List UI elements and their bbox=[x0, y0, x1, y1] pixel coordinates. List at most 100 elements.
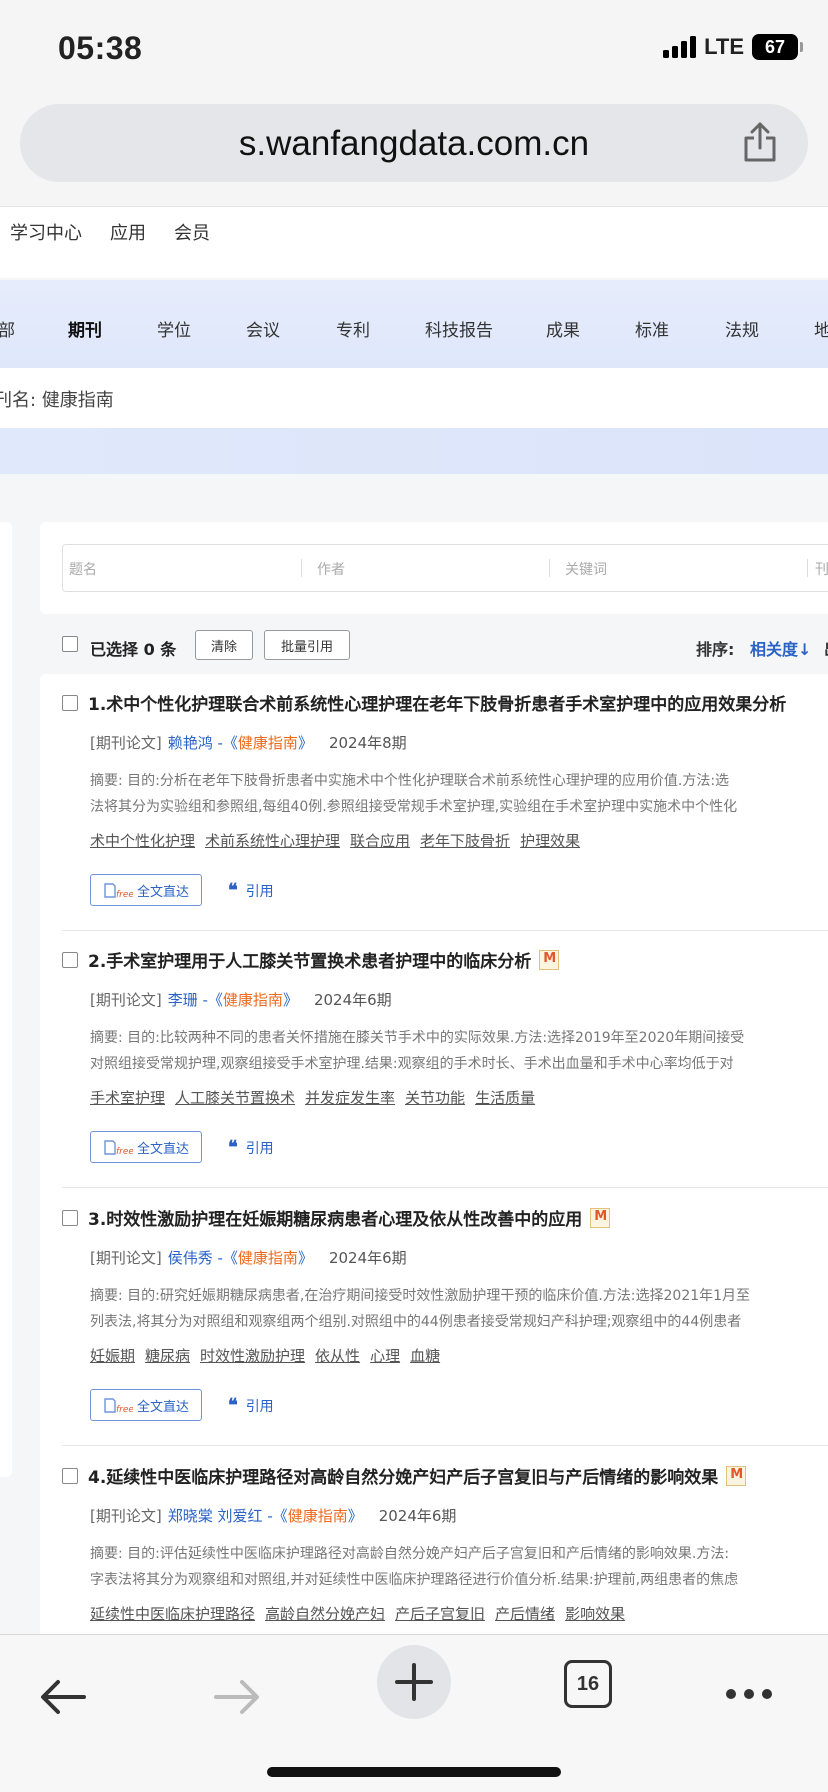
author-link[interactable]: 郑晓棠 刘爱红 bbox=[168, 1507, 263, 1525]
keyword-link[interactable]: 老年下肢骨折 bbox=[420, 832, 510, 850]
author-link[interactable]: 侯伟秀 bbox=[168, 1249, 213, 1267]
address-bar[interactable]: s.wanfangdata.com.cn bbox=[20, 104, 808, 182]
fulltext-button[interactable]: free 全文直达 bbox=[90, 1389, 202, 1421]
result-checkbox[interactable] bbox=[62, 1210, 78, 1226]
result-checkbox[interactable] bbox=[62, 952, 78, 968]
cite-button[interactable]: ❝ 引用 bbox=[228, 880, 274, 901]
status-time: 05:38 bbox=[58, 30, 143, 66]
keyword-link[interactable]: 影响效果 bbox=[565, 1605, 625, 1623]
keyword-link[interactable]: 术中个性化护理 bbox=[90, 832, 195, 850]
journal-field[interactable]: 刊 bbox=[815, 559, 828, 579]
tab-tech-reports[interactable]: 科技报告 bbox=[425, 316, 493, 341]
field-separator bbox=[549, 559, 550, 577]
tab-degrees[interactable]: 学位 bbox=[157, 316, 191, 341]
tabs-icon[interactable]: 16 bbox=[564, 1660, 612, 1708]
quote-icon: ❝ bbox=[228, 1137, 238, 1158]
browser-address-area: s.wanfangdata.com.cn bbox=[0, 100, 828, 204]
keyword-link[interactable]: 产后子宫复旧 bbox=[395, 1605, 485, 1623]
clear-button[interactable]: 清除 bbox=[195, 630, 253, 660]
signal-icon bbox=[663, 36, 697, 58]
keyword-link[interactable]: 时效性激励护理 bbox=[200, 1347, 305, 1365]
keyword-link[interactable]: 糖尿病 bbox=[145, 1347, 190, 1365]
select-all-checkbox[interactable] bbox=[62, 636, 78, 652]
paper-type: [期刊论文] bbox=[90, 734, 162, 752]
result-keywords: 手术室护理 人工膝关节置换术 并发症发生率 关节功能 生活质量 bbox=[90, 1087, 545, 1108]
url-text[interactable]: s.wanfangdata.com.cn bbox=[20, 124, 808, 164]
status-bar: 05:38 LTE 67 bbox=[0, 0, 828, 100]
forward-arrow-icon[interactable] bbox=[212, 1677, 262, 1717]
keyword-link[interactable]: 术前系统性心理护理 bbox=[205, 832, 340, 850]
result-title[interactable]: 3.时效性激励护理在妊娠期糖尿病患者心理及依从性改善中的应用 bbox=[88, 1205, 611, 1230]
result-title[interactable]: 1.术中个性化护理联合术前系统性心理护理在老年下肢骨折患者手术室护理中的应用效果… bbox=[88, 690, 786, 715]
tab-regulations[interactable]: 法规 bbox=[725, 316, 759, 341]
journal-link[interactable]: 健康指南 bbox=[223, 991, 283, 1009]
keyword-field[interactable]: 关键词 bbox=[565, 559, 607, 579]
nav-apps[interactable]: 应用 bbox=[110, 219, 146, 245]
author-link[interactable]: 李珊 bbox=[168, 991, 198, 1009]
cite-button[interactable]: ❝ 引用 bbox=[228, 1395, 274, 1416]
field-separator bbox=[807, 559, 808, 577]
free-fulltext-icon: free bbox=[104, 1398, 133, 1414]
cite-label: 引用 bbox=[245, 1398, 274, 1415]
journal-link[interactable]: 健康指南 bbox=[238, 734, 298, 752]
tab-local[interactable]: 地 bbox=[814, 316, 828, 341]
keyword-link[interactable]: 手术室护理 bbox=[90, 1089, 165, 1107]
keyword-link[interactable]: 依从性 bbox=[315, 1347, 360, 1365]
tab-conferences[interactable]: 会议 bbox=[246, 316, 280, 341]
cite-label: 引用 bbox=[245, 883, 274, 900]
journal-link[interactable]: 健康指南 bbox=[238, 1249, 298, 1267]
plus-icon[interactable] bbox=[377, 1645, 451, 1719]
keyword-link[interactable]: 血糖 bbox=[410, 1347, 440, 1365]
keyword-link[interactable]: 延续性中医临床护理路径 bbox=[90, 1605, 255, 1623]
title-field[interactable]: 题名 bbox=[69, 559, 97, 579]
journal-link[interactable]: 健康指南 bbox=[288, 1507, 348, 1525]
author-field[interactable]: 作者 bbox=[317, 559, 345, 579]
quote-icon: ❝ bbox=[228, 880, 238, 901]
divider bbox=[62, 1445, 828, 1446]
tab-journals[interactable]: 期刊 bbox=[68, 316, 102, 341]
result-checkbox[interactable] bbox=[62, 1468, 78, 1484]
keyword-link[interactable]: 人工膝关节置换术 bbox=[175, 1089, 295, 1107]
paper-type: [期刊论文] bbox=[90, 991, 162, 1009]
fulltext-button[interactable]: free 全文直达 bbox=[90, 874, 202, 906]
batch-cite-button[interactable]: 批量引用 bbox=[264, 630, 350, 660]
result-meta: [期刊论文] 李珊 -《健康指南》 2024年6期 bbox=[90, 991, 392, 1009]
author-link[interactable]: 赖艳鸿 bbox=[168, 734, 213, 752]
field-separator bbox=[301, 559, 302, 577]
cite-button[interactable]: ❝ 引用 bbox=[228, 1137, 274, 1158]
nav-learning-center[interactable]: 学习中心 bbox=[10, 219, 82, 245]
svg-text:free: free bbox=[116, 1405, 133, 1414]
share-icon[interactable] bbox=[740, 120, 780, 164]
site-top-nav: 学习中心 应用 会员 bbox=[0, 206, 828, 278]
back-arrow-icon[interactable] bbox=[38, 1677, 88, 1717]
tab-all[interactable]: 部 bbox=[0, 316, 15, 341]
fulltext-label: 全文直达 bbox=[137, 1141, 190, 1157]
sort-relevance[interactable]: 相关度↓ bbox=[750, 636, 811, 660]
keyword-link[interactable]: 产后情绪 bbox=[495, 1605, 555, 1623]
fulltext-button[interactable]: free 全文直达 bbox=[90, 1131, 202, 1163]
nav-membership[interactable]: 会员 bbox=[174, 219, 210, 245]
tab-patents[interactable]: 专利 bbox=[336, 316, 370, 341]
keyword-link[interactable]: 妊娠期 bbox=[90, 1347, 135, 1365]
result-title[interactable]: 2.手术室护理用于人工膝关节置换术患者护理中的临床分析 bbox=[88, 947, 560, 972]
filter-bar: 刊名: 健康指南 bbox=[0, 368, 828, 428]
keyword-link[interactable]: 高龄自然分娩产妇 bbox=[265, 1605, 385, 1623]
result-checkbox[interactable] bbox=[62, 695, 78, 711]
keyword-link[interactable]: 护理效果 bbox=[520, 832, 580, 850]
tab-standards[interactable]: 标准 bbox=[635, 316, 669, 341]
more-icon[interactable] bbox=[724, 1687, 774, 1701]
result-title[interactable]: 4.延续性中医临床护理路径对高龄自然分娩产妇产后子宫复旧与产后情绪的影响效果 bbox=[88, 1463, 747, 1488]
result-abstract: 摘要: 目的:比较两种不同的患者关怀措施在膝关节手术中的实际效果.方法:选择20… bbox=[90, 1030, 745, 1072]
keyword-link[interactable]: 心理 bbox=[370, 1347, 400, 1365]
issue: 2024年6期 bbox=[328, 1249, 407, 1267]
result-item: 2.手术室护理用于人工膝关节置换术患者护理中的临床分析 [期刊论文]李珊 -《健… bbox=[40, 931, 828, 1189]
keyword-link[interactable]: 并发症发生率 bbox=[305, 1089, 395, 1107]
keyword-link[interactable]: 关节功能 bbox=[405, 1089, 465, 1107]
journal-filter-label: 刊名: 健康指南 bbox=[0, 390, 114, 411]
tab-achievements[interactable]: 成果 bbox=[546, 316, 580, 341]
result-meta: [期刊论文] 侯伟秀 -《健康指南》 2024年6期 bbox=[90, 1249, 407, 1267]
sort-option-more[interactable]: 出 bbox=[824, 636, 828, 660]
quote-icon: ❝ bbox=[228, 1395, 238, 1416]
keyword-link[interactable]: 生活质量 bbox=[475, 1089, 535, 1107]
keyword-link[interactable]: 联合应用 bbox=[350, 832, 410, 850]
